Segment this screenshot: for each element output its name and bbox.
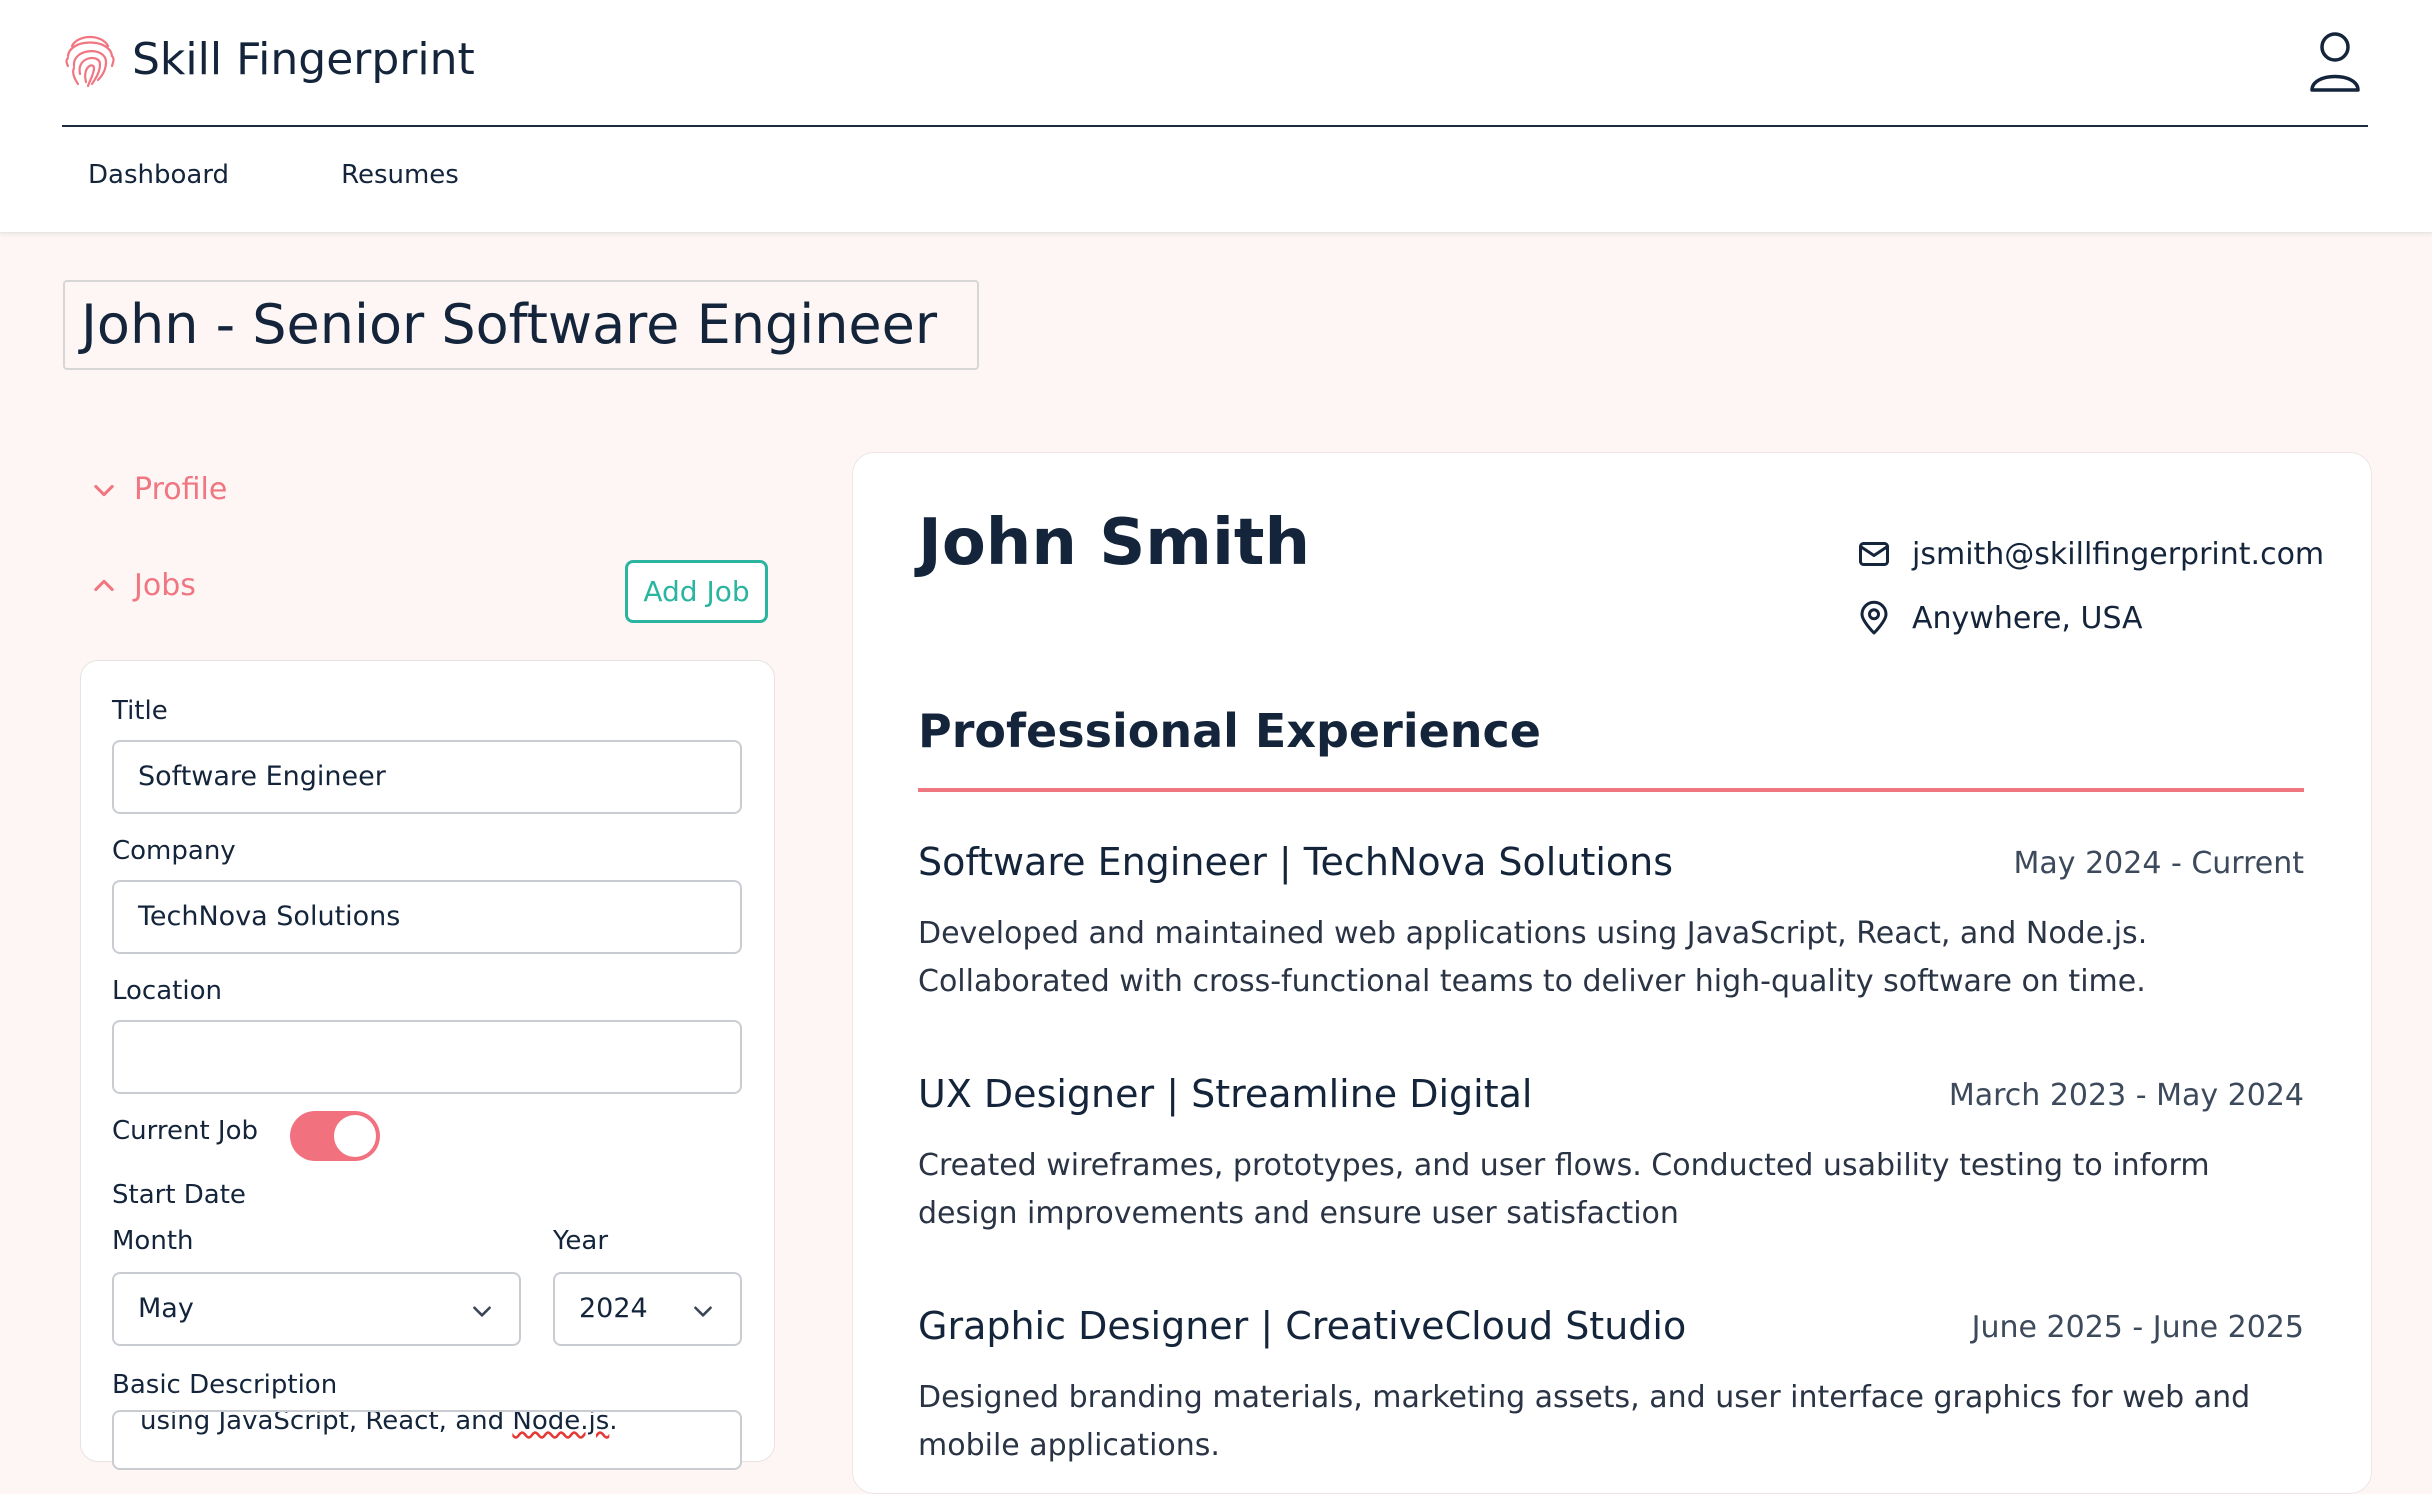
month-select[interactable]: May	[112, 1272, 521, 1346]
month-select-value: May	[138, 1293, 194, 1324]
current-job-label: Current Job	[112, 1116, 258, 1146]
job-title-input[interactable]: Software Engineer	[112, 740, 742, 814]
job-heading: Graphic Designer | CreativeCloud Studio	[918, 1304, 1686, 1348]
brand[interactable]: Skill Fingerprint	[62, 26, 475, 92]
year-label: Year	[553, 1226, 608, 1256]
chevron-down-icon	[469, 1298, 495, 1324]
chevron-up-icon	[90, 572, 118, 600]
job-heading: Software Engineer | TechNova Solutions	[918, 840, 1673, 884]
jobs-section-toggle[interactable]: Jobs	[90, 568, 196, 603]
user-icon[interactable]	[2308, 30, 2362, 94]
fingerprint-icon	[62, 26, 118, 92]
brand-name: Skill Fingerprint	[132, 34, 475, 85]
header-divider	[62, 125, 2368, 127]
nav-dashboard[interactable]: Dashboard	[88, 160, 229, 190]
email-text: jsmith@skillfingerprint.com	[1912, 537, 2324, 572]
mail-icon	[1856, 536, 1892, 572]
job-heading: UX Designer | Streamline Digital	[918, 1072, 1532, 1116]
contact-location: Anywhere, USA	[1856, 600, 2143, 636]
job-description: Designed branding materials, marketing a…	[918, 1374, 2308, 1470]
basic-description-label: Basic Description	[112, 1370, 337, 1400]
map-pin-icon	[1856, 600, 1892, 636]
candidate-name: John Smith	[918, 506, 1310, 580]
toggle-knob	[334, 1115, 376, 1157]
contact-email: jsmith@skillfingerprint.com	[1856, 536, 2324, 572]
profile-section-label: Profile	[134, 472, 227, 507]
current-job-toggle[interactable]	[290, 1111, 380, 1161]
basic-description-text: using JavaScript, React, and Node.js.	[140, 1410, 618, 1436]
add-job-button[interactable]: Add Job	[625, 560, 768, 623]
chevron-down-icon	[690, 1298, 716, 1324]
spellcheck-flagged-word: Node.js	[512, 1410, 609, 1436]
resume-title-input[interactable]: John - Senior Software Engineer	[63, 280, 979, 370]
main-nav: Dashboard Resumes	[88, 160, 571, 190]
job-description: Developed and maintained web application…	[918, 910, 2308, 1006]
basic-description-textarea[interactable]: using JavaScript, React, and Node.js.	[112, 1410, 742, 1470]
job-dates: May 2024 - Current	[2014, 846, 2304, 881]
month-label: Month	[112, 1226, 194, 1256]
year-select[interactable]: 2024	[553, 1272, 742, 1346]
profile-section-toggle[interactable]: Profile	[90, 472, 227, 507]
location-text: Anywhere, USA	[1912, 601, 2143, 636]
location-label: Location	[112, 976, 222, 1006]
section-divider	[918, 788, 2304, 792]
description-text-end: .	[609, 1410, 617, 1436]
job-description: Created wireframes, prototypes, and user…	[918, 1142, 2308, 1238]
start-date-label: Start Date	[112, 1180, 246, 1210]
location-input[interactable]	[112, 1020, 742, 1094]
professional-experience-heading: Professional Experience	[918, 704, 1541, 758]
nav-resumes[interactable]: Resumes	[341, 160, 459, 190]
jobs-section-label: Jobs	[134, 568, 196, 603]
year-select-value: 2024	[579, 1293, 648, 1324]
chevron-down-icon	[90, 476, 118, 504]
description-text-start: using JavaScript, React, and	[140, 1410, 512, 1436]
job-dates: March 2023 - May 2024	[1949, 1078, 2304, 1113]
job-dates: June 2025 - June 2025	[1972, 1310, 2304, 1345]
top-header: Skill Fingerprint Dashboard Resumes	[0, 0, 2432, 233]
company-label: Company	[112, 836, 236, 866]
company-input[interactable]: TechNova Solutions	[112, 880, 742, 954]
title-label: Title	[112, 696, 168, 726]
